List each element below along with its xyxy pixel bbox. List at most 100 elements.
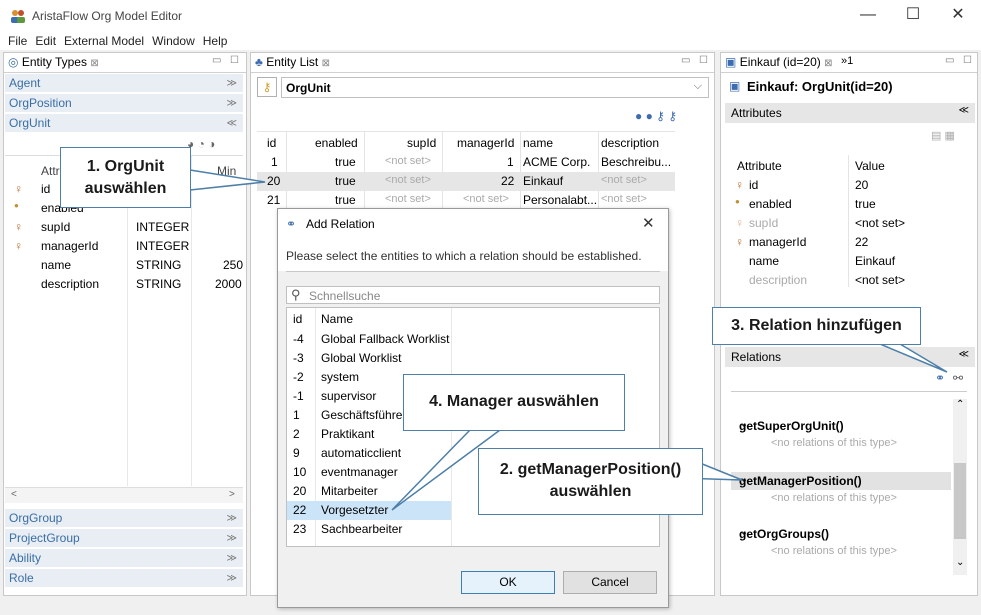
tab-close-icon[interactable]: ⊠ [824,58,832,69]
col-description[interactable]: description [601,136,659,150]
menu-edit[interactable]: Edit [31,32,60,50]
chevron-down-icon[interactable]: ⌄ [740,527,748,538]
attributes-section-header[interactable]: Attributes ≪ [725,103,975,123]
menu-bar: File Edit External Model Window Help [0,32,981,50]
attr-name: id [41,182,51,196]
list-item[interactable]: -4 Global Fallback Worklist [287,330,659,349]
section-orggroup[interactable]: OrgGroup ≫ [5,509,243,528]
detail-header: Einkauf: OrgUnit(id=20) [747,79,893,94]
menu-window[interactable]: Window [148,32,199,50]
key-icon: ⚷ [262,80,272,94]
maximize-icon[interactable]: ☐ [963,55,972,66]
attr-name: supId [41,220,71,234]
chevron-down-icon[interactable]: ⌄ [740,474,748,485]
col-min: Min [217,164,237,178]
col-attribute: Attribute [737,159,782,173]
list-item[interactable]: 23 Sachbearbeiter [287,520,659,539]
attr-name: name [41,258,72,272]
attr-toolbar-icons[interactable]: ▤ ▦ [931,129,955,142]
attribute-toolbar-icons[interactable]: ◕ ◔ ◑ [187,137,215,151]
entity-types-tabbar: ◎ Entity Types ⊠ ▭ ☐ [4,53,246,73]
scroll-left-icon[interactable]: < [11,489,17,500]
section-orgposition[interactable]: OrgPosition ≫ [5,94,243,113]
section-role[interactable]: Role ≫ [5,569,243,588]
minimize-icon[interactable]: ▭ [681,55,690,66]
app-people-icon [11,10,25,23]
dialog-titlebar: ⚭ Add Relation ✕ [278,209,668,239]
scroll-right-icon[interactable]: > [229,489,235,500]
list-toolbar-icons[interactable]: ● ● ⚷ ⚷ [635,109,677,123]
entity-list-tab[interactable]: ♣ Entity List ⊠ [255,55,330,69]
col-id[interactable]: id [293,312,302,326]
section-ability[interactable]: Ability ≫ [5,549,243,568]
col-name[interactable]: Name [321,312,353,326]
list-item-selected[interactable]: 22 Vorgesetzter [287,501,451,520]
dialog-close-button[interactable]: ✕ [642,214,655,232]
scroll-thumb[interactable] [954,463,966,539]
section-orgunit[interactable]: OrgUnit ≪ [5,114,243,133]
list-item[interactable]: -3 Global Worklist [287,349,659,368]
more-tabs[interactable]: »1 [841,55,853,67]
entity-type-select[interactable]: OrgUnit ⌵ [281,77,709,98]
relation-item[interactable]: getOrgGroups() <no relations of this typ… [731,527,951,563]
col-name[interactable]: name [523,136,553,150]
col-enabled[interactable]: enabled [315,136,358,150]
remove-relation-icon[interactable]: ⚯ [953,371,963,385]
dialog-prompt: Please select the entities to which a re… [286,249,642,263]
maximize-icon[interactable]: ☐ [699,55,708,66]
entity-types-tab[interactable]: ◎ Entity Types ⊠ [8,55,99,69]
minimize-button[interactable]: — [852,4,884,28]
menu-external-model[interactable]: External Model [60,32,148,50]
vertical-scrollbar[interactable]: ⌃ ⌄ [953,399,967,575]
attr-name: managerId [41,239,99,253]
col-supid[interactable]: supId [407,136,436,150]
horizontal-scrollbar[interactable]: < > [5,487,243,503]
detail-tab[interactable]: ▣ Einkauf (id=20) ⊠ [725,55,832,69]
cancel-button[interactable]: Cancel [563,571,657,594]
tab-close-icon[interactable]: ⊠ [322,58,330,69]
callout-select-manager: 4. Manager auswählen [403,374,625,431]
add-relation-icon[interactable]: ⚭ [935,371,945,385]
table-row[interactable]: 1 true <not set> 1 ACME Corp. Beschreibu… [257,153,675,172]
callout-select-orgunit: 1. OrgUnit auswählen [60,147,191,208]
entity-list-icon: ♣ [255,55,263,69]
ok-button[interactable]: OK [461,571,555,594]
table-row-selected[interactable]: 20 true <not set> 22 Einkauf <not set> [257,172,675,191]
menu-file[interactable]: File [4,32,31,50]
col-value: Value [855,159,885,173]
maximize-icon[interactable]: ☐ [230,55,239,66]
expand-icon: ≫ [226,78,237,89]
expand-icon: ≫ [226,513,237,524]
chevron-down-icon[interactable]: ⌄ [740,419,748,430]
section-agent[interactable]: Agent ≫ [5,74,243,93]
menu-help[interactable]: Help [199,32,232,50]
col-managerid[interactable]: managerId [457,136,514,150]
section-projectgroup[interactable]: ProjectGroup ≫ [5,529,243,548]
field-icon: ● [14,201,19,210]
callout-add-relation: 3. Relation hinzufügen [712,307,921,345]
callout-select-manager-position: 2. getManagerPosition() auswählen [478,448,703,515]
search-input[interactable]: ⚲ Schnellsuche [286,286,660,304]
close-window-button[interactable]: ✕ [942,4,974,28]
minimize-icon[interactable]: ▭ [212,55,221,66]
relation-item[interactable]: getSuperOrgUnit() <no relations of this … [731,419,951,455]
pick-type-button[interactable]: ⚷ [257,77,277,97]
col-id[interactable]: id [267,136,276,150]
title-bar: AristaFlow Org Model Editor — ☐ ✕ [0,0,981,32]
relations-section-header[interactable]: Relations ≪ [725,347,975,367]
search-placeholder: Schnellsuche [309,289,381,303]
minimize-icon[interactable]: ▭ [945,55,954,66]
key-icon: ♀ [735,178,744,192]
scroll-down-icon[interactable]: ⌄ [956,557,964,568]
collapse-icon: ≪ [226,118,237,129]
tab-close-icon[interactable]: ⊠ [90,58,98,69]
entity-icon: ▣ [725,55,737,69]
attr-type: STRING [136,258,182,272]
detail-attribute-table: Attribute Value ♀ id 20 ● enabled true ♀… [731,155,969,287]
collapse-icon: ≪ [958,349,969,360]
relation-item-selected[interactable]: getManagerPosition() [731,472,951,490]
scroll-up-icon[interactable]: ⌃ [956,399,964,410]
maximize-button[interactable]: ☐ [897,4,929,28]
key-icon: ♀ [14,220,23,234]
detail-tabbar: ▣ Einkauf (id=20) ⊠ »1 ▭ ☐ [721,53,977,73]
